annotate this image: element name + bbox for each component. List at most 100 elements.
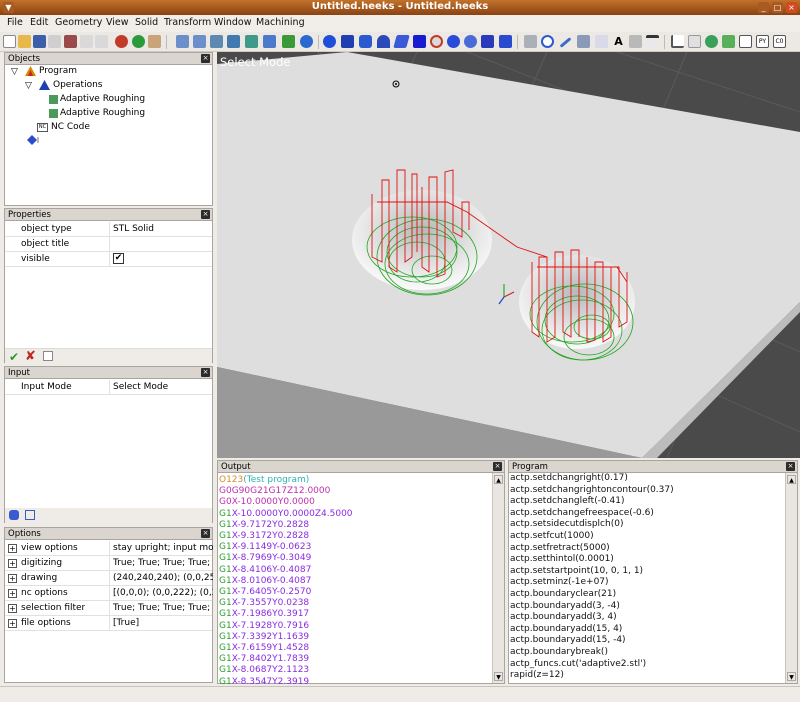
zoom-icon[interactable] <box>176 35 189 48</box>
tree-item-operations[interactable]: Operations <box>53 80 102 90</box>
fit-view-icon[interactable] <box>210 35 223 48</box>
maximize-icon[interactable]: □ <box>772 2 783 13</box>
scroll-down-icon[interactable]: ▼ <box>787 672 796 681</box>
copy-icon[interactable] <box>43 351 53 361</box>
option-value[interactable]: True; True; True; True; T <box>113 603 213 613</box>
scroll-down-icon[interactable]: ▼ <box>494 672 503 681</box>
close-icon[interactable]: × <box>493 462 502 471</box>
python-icon[interactable]: PY <box>756 35 769 48</box>
arc-icon[interactable] <box>646 35 659 48</box>
property-row[interactable]: visible ✔ <box>5 252 212 267</box>
drilling-icon[interactable] <box>705 35 718 48</box>
close-icon[interactable]: × <box>201 54 210 63</box>
adaptive-icon[interactable] <box>722 35 735 48</box>
mirror-icon[interactable] <box>577 35 590 48</box>
option-row[interactable]: + digitizing True; True; True; True; T <box>5 556 213 571</box>
menu-edit[interactable]: Edit <box>30 17 48 28</box>
solid-icon[interactable] <box>499 35 512 48</box>
input-action-icon[interactable] <box>25 510 35 520</box>
tree-item-adaptive-roughing-2[interactable]: Adaptive Roughing <box>60 108 145 118</box>
program-scrollbar[interactable]: ▲ ▼ <box>785 473 797 683</box>
menu-solid[interactable]: Solid <box>135 17 158 28</box>
close-icon[interactable]: × <box>201 210 210 219</box>
minimize-icon[interactable]: _ <box>758 2 769 13</box>
option-value[interactable]: stay upright; input mode <box>113 543 213 553</box>
option-row[interactable]: + view options stay upright; input mode <box>5 541 213 556</box>
menu-file[interactable]: File <box>7 17 23 28</box>
close-icon[interactable]: × <box>786 2 797 13</box>
cone-icon[interactable] <box>377 35 390 48</box>
expand-icon[interactable]: + <box>8 559 17 568</box>
scale-icon[interactable] <box>559 37 572 48</box>
cube-icon[interactable] <box>341 35 354 48</box>
union-icon[interactable] <box>447 35 460 48</box>
output-scrollbar[interactable]: ▲ ▼ <box>492 473 504 683</box>
option-value[interactable]: (240,240,240); (0,0,255 <box>113 573 213 583</box>
menu-machining[interactable]: Machining <box>256 17 305 28</box>
expand-icon[interactable]: + <box>8 574 17 583</box>
move-icon[interactable] <box>524 35 537 48</box>
intersect-icon[interactable] <box>481 35 494 48</box>
nc-code-icon[interactable]: C0 <box>773 35 786 48</box>
dimension-icon[interactable] <box>629 35 642 48</box>
visible-checkbox[interactable]: ✔ <box>113 253 124 264</box>
pocket-icon[interactable] <box>688 35 701 48</box>
expand-icon[interactable]: + <box>8 604 17 613</box>
tree-item-adaptive-roughing-1[interactable]: Adaptive Roughing <box>60 94 145 104</box>
undo-icon[interactable] <box>115 35 128 48</box>
property-value[interactable]: STL Solid <box>113 224 154 234</box>
view-pan-icon[interactable] <box>245 35 258 48</box>
input-row[interactable]: Input Mode Select Mode <box>5 380 212 395</box>
expand-toggle-icon[interactable]: ▽ <box>11 67 18 77</box>
import-icon[interactable] <box>48 35 61 48</box>
cylinder-icon[interactable] <box>359 35 372 48</box>
tree-item-nc-code[interactable]: NC Code <box>51 122 90 132</box>
screenshot-icon[interactable] <box>282 35 295 48</box>
expand-icon[interactable]: + <box>8 619 17 628</box>
tree-item-program[interactable]: Program <box>39 66 77 76</box>
expand-icon[interactable]: + <box>8 544 17 553</box>
magnify-icon[interactable] <box>263 35 276 48</box>
open-file-icon[interactable] <box>18 35 31 48</box>
menu-window[interactable]: Window <box>214 17 251 28</box>
scroll-up-icon[interactable]: ▲ <box>787 475 796 484</box>
option-row[interactable]: + nc options [(0,0,0); (0,0,222); (0,20 <box>5 586 213 601</box>
cancel-icon[interactable]: ✘ <box>25 349 36 364</box>
new-file-icon[interactable] <box>3 35 16 48</box>
menu-transform[interactable]: Transform <box>164 17 211 28</box>
input-value[interactable]: Select Mode <box>113 382 168 392</box>
zoom-window-icon[interactable] <box>193 35 206 48</box>
graphics-viewport[interactable]: Select Mode <box>217 52 800 458</box>
input-action-icon[interactable] <box>9 510 19 520</box>
revolve-icon[interactable] <box>413 35 426 48</box>
close-icon[interactable]: × <box>786 462 795 471</box>
property-row[interactable]: object title <box>5 237 212 252</box>
post-process-icon[interactable] <box>739 35 752 48</box>
copy-icon[interactable] <box>80 35 93 48</box>
array-icon[interactable] <box>595 35 608 48</box>
profile-icon[interactable] <box>671 35 684 48</box>
option-value[interactable]: [(0,0,0); (0,0,222); (0,20 <box>113 588 213 598</box>
option-row[interactable]: + file options [True] <box>5 616 212 631</box>
close-icon[interactable]: × <box>201 529 210 538</box>
subtract-icon[interactable] <box>464 35 477 48</box>
apply-icon[interactable]: ✔ <box>9 350 19 364</box>
option-value[interactable]: [True] <box>113 618 213 628</box>
expand-toggle-icon[interactable]: ▽ <box>25 81 32 91</box>
rotate-icon[interactable] <box>541 35 554 48</box>
refresh-icon[interactable] <box>300 35 313 48</box>
cut-icon[interactable] <box>64 35 77 48</box>
solid-icon[interactable] <box>27 135 39 145</box>
scroll-up-icon[interactable]: ▲ <box>494 475 503 484</box>
view-rotate-icon[interactable] <box>227 35 240 48</box>
expand-icon[interactable]: + <box>8 589 17 598</box>
save-icon[interactable] <box>33 35 46 48</box>
menu-geometry[interactable]: Geometry <box>55 17 102 28</box>
redo-icon[interactable] <box>132 35 145 48</box>
option-value[interactable]: True; True; True; True; T <box>113 558 213 568</box>
menu-view[interactable]: View <box>106 17 129 28</box>
mouse-icon[interactable] <box>148 35 161 48</box>
paste-icon[interactable] <box>95 35 108 48</box>
text-icon[interactable]: A <box>612 35 625 48</box>
option-row[interactable]: + drawing (240,240,240); (0,0,255 <box>5 571 213 586</box>
